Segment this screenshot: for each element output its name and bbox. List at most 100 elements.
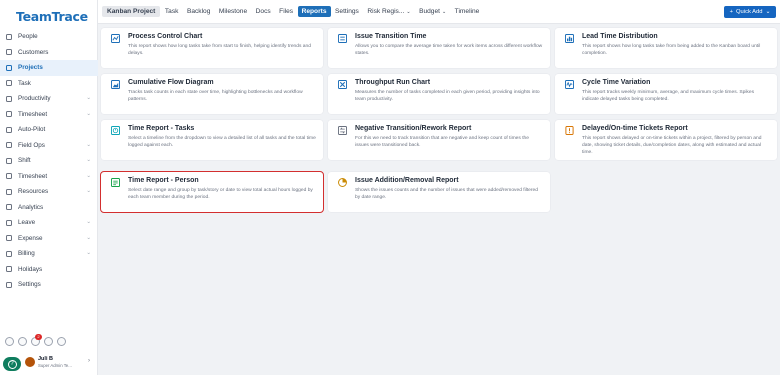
report-title: Time Report - Person <box>128 177 199 184</box>
sidebar-item-productivity[interactable]: Productivity ⌄ <box>0 91 98 107</box>
leave-icon <box>6 219 12 226</box>
task-icon <box>6 80 12 87</box>
clock-icon[interactable] <box>18 337 27 346</box>
chat-icon[interactable] <box>5 337 14 346</box>
report-description: Tracks task counts in each state over ti… <box>128 90 303 102</box>
timesheet-icon <box>6 111 12 118</box>
sidebar-item-timesheet[interactable]: Timesheet ⌄ <box>0 107 98 123</box>
sidebar-item-billing[interactable]: Billing ⌄ <box>0 246 98 262</box>
report-description: For this we need to track transition tha… <box>355 136 529 148</box>
lead-time-icon <box>565 34 574 43</box>
sidebar-item-label: Resources <box>18 188 49 196</box>
settings-icon <box>6 281 12 288</box>
sidebar-item-timesheet-2[interactable]: Timesheet ⌄ <box>0 169 98 185</box>
tab-kanban-project[interactable]: Kanban Project <box>102 6 161 17</box>
sidebar-item-label: Analytics <box>18 203 44 211</box>
report-title: Issue Transition Time <box>355 33 427 40</box>
tab-settings[interactable]: Settings <box>331 6 363 17</box>
sidebar-item-shift[interactable]: Shift ⌄ <box>0 153 98 169</box>
report-card-negative-transition[interactable]: Negative Transition/Rework Report For th… <box>328 120 550 160</box>
tab-reports[interactable]: Reports <box>297 6 331 17</box>
report-title: Delayed/On-time Tickets Report <box>582 125 688 132</box>
report-card-cumulative-flow[interactable]: Cumulative Flow Diagram Tracks task coun… <box>101 74 323 114</box>
sidebar-item-label: Settings <box>18 281 41 289</box>
negative-transition-icon <box>338 126 347 135</box>
help-button[interactable]: ? <box>3 357 21 371</box>
sidebar-item-label: Timesheet <box>18 110 48 118</box>
sidebar-item-people[interactable]: People <box>0 29 98 45</box>
timesheet-icon <box>6 173 12 180</box>
sidebar-item-leave[interactable]: Leave ⌄ <box>0 215 98 231</box>
share-icon[interactable] <box>44 337 53 346</box>
user-circle-icon[interactable] <box>57 337 66 346</box>
throughput-icon <box>338 80 347 89</box>
sidebar-item-customers[interactable]: Customers <box>0 45 98 61</box>
sidebar-item-analytics[interactable]: Analytics <box>0 200 98 216</box>
chevron-down-icon: ⌄ <box>441 9 447 15</box>
chevron-down-icon: ⌄ <box>86 110 91 117</box>
tab-timeline[interactable]: Timeline <box>451 6 484 17</box>
report-description: Shows the issues counts and the number o… <box>355 188 538 200</box>
sidebar-item-label: Holidays <box>18 265 43 273</box>
process-control-icon <box>111 34 120 43</box>
sidebar-item-resources[interactable]: Resources ⌄ <box>0 184 98 200</box>
question-icon: ? <box>7 359 17 369</box>
report-card-process-control[interactable]: Process Control Chart This report shows … <box>101 28 323 68</box>
report-description: This report shows delayed or on-time tic… <box>582 136 762 155</box>
sidebar-item-label: Shift <box>18 157 31 165</box>
avatar[interactable] <box>25 357 35 367</box>
projects-icon <box>6 64 12 71</box>
sidebar-nav: People Customers Projects Task Productiv… <box>0 29 98 293</box>
issue-addition-icon <box>338 178 347 187</box>
report-description: Select a timeline from the dropdown to v… <box>128 136 316 148</box>
tab-files[interactable]: Files <box>275 6 297 17</box>
report-description: Measures the number of tasks completed i… <box>355 90 540 102</box>
chevron-down-icon: ⌄ <box>86 219 91 225</box>
chevron-down-icon: ⌄ <box>86 141 91 148</box>
report-description: Allows you to compare the average time t… <box>355 44 543 56</box>
holidays-icon <box>6 266 12 273</box>
sidebar-item-holidays[interactable]: Holidays <box>0 262 98 278</box>
chevron-down-icon: ⌄ <box>765 9 771 15</box>
report-title: Process Control Chart <box>128 33 203 40</box>
sidebar-item-label: Productivity <box>18 95 51 103</box>
sidebar-item-label: Billing <box>18 250 35 258</box>
sidebar-item-field-ops[interactable]: Field Ops ⌄ <box>0 138 98 154</box>
report-card-throughput-run-chart[interactable]: Throughput Run Chart Measures the number… <box>328 74 550 114</box>
report-card-cycle-time-variation[interactable]: Cycle Time Variation This report tracks … <box>555 74 777 114</box>
app-logo[interactable]: TeamTrace <box>16 9 88 24</box>
sidebar-item-auto-pilot[interactable]: Auto-Pilot <box>0 122 98 138</box>
report-card-issue-transition-time[interactable]: Issue Transition Time Allows you to comp… <box>328 28 550 68</box>
sidebar-item-expense[interactable]: Expense ⌄ <box>0 231 98 247</box>
sidebar-quick-icons: 2 <box>5 334 66 346</box>
tab-task[interactable]: Task <box>161 6 183 17</box>
chevron-right-icon[interactable]: › <box>88 358 90 364</box>
chevron-down-icon: ⌄ <box>86 250 91 256</box>
user-name: Juli B <box>38 356 53 362</box>
tab-label: Budget <box>419 8 440 15</box>
bell-icon[interactable]: 2 <box>31 334 42 346</box>
report-card-lead-time-distribution[interactable]: Lead Time Distribution This report shows… <box>555 28 777 68</box>
chevron-down-icon: ⌄ <box>406 9 411 15</box>
people-icon <box>6 33 12 40</box>
tab-milestone[interactable]: Milestone <box>215 6 251 17</box>
report-card-time-report-tasks[interactable]: Time Report - Tasks Select a timeline fr… <box>101 120 323 160</box>
tab-budget[interactable]: Budget ⌄ <box>415 6 450 17</box>
sidebar-item-projects[interactable]: Projects <box>0 60 98 76</box>
sidebar-item-settings[interactable]: Settings <box>0 277 98 293</box>
sidebar-item-task[interactable]: Task <box>0 76 98 92</box>
report-card-delayed-on-time[interactable]: Delayed/On-time Tickets Report This repo… <box>555 120 777 160</box>
report-description: This report tracks weekly minimum, avera… <box>582 90 755 102</box>
sidebar-item-label: Timesheet <box>18 172 48 180</box>
notification-badge: 2 <box>35 334 42 340</box>
report-card-issue-addition-removal[interactable]: Issue Addition/Removal Report Shows the … <box>328 172 550 212</box>
report-card-time-report-person[interactable]: Time Report - Person Select date range a… <box>100 171 324 213</box>
tab-docs[interactable]: Docs <box>252 6 275 17</box>
tab-backlog[interactable]: Backlog <box>183 6 214 17</box>
resources-icon <box>6 188 12 195</box>
user-role: Super Admin Te... <box>38 363 72 368</box>
tab-risk-register[interactable]: Risk Regis... ⌄ <box>363 6 414 17</box>
transition-time-icon <box>338 34 347 43</box>
quick-add-button[interactable]: + Quick Add ⌄ <box>724 6 776 18</box>
quick-add-label: Quick Add <box>736 9 763 15</box>
